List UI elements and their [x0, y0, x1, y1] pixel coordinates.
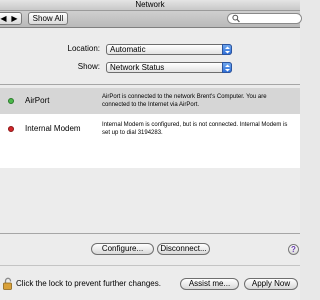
show-all-button[interactable]: Show All: [28, 12, 68, 25]
divider: [0, 84, 300, 85]
lock-icon[interactable]: [3, 277, 13, 290]
location-value: Automatic: [110, 45, 146, 54]
location-popup[interactable]: Automatic: [106, 44, 232, 55]
help-button[interactable]: ?: [288, 244, 299, 255]
divider: [0, 265, 300, 266]
list-bottom-divider: [0, 233, 300, 234]
configure-button[interactable]: Configure...: [91, 243, 154, 255]
service-description: AirPort is connected to the network Bren…: [102, 94, 267, 108]
popup-stepper-icon: [222, 62, 232, 73]
status-green-icon: [8, 98, 14, 104]
show-label: Show:: [77, 62, 100, 71]
show-value: Network Status: [110, 63, 165, 72]
service-status-list: AirPort AirPort is connected to the netw…: [0, 88, 300, 168]
service-row-airport[interactable]: AirPort AirPort is connected to the netw…: [0, 88, 300, 114]
back-arrow-icon[interactable]: ◀: [0, 13, 9, 24]
apply-now-button[interactable]: Apply Now: [244, 278, 298, 290]
title-bar: Network: [0, 0, 300, 11]
toolbar: ◀ ▶ Show All: [0, 11, 302, 28]
service-row-internal-modem[interactable]: Internal Modem Internal Modem is configu…: [0, 114, 300, 144]
disconnect-button[interactable]: Disconnect...: [157, 243, 210, 255]
status-red-icon: [8, 126, 14, 132]
service-description: Internal Modem is configured, but is not…: [102, 122, 288, 136]
service-name: Internal Modem: [25, 124, 81, 133]
search-icon: [232, 14, 240, 23]
popup-stepper-icon: [222, 44, 232, 55]
window-title: Network: [135, 0, 165, 9]
nav-arrows: ◀ ▶: [0, 12, 22, 25]
forward-arrow-icon[interactable]: ▶: [9, 13, 20, 24]
location-label: Location:: [67, 44, 100, 53]
search-input[interactable]: [227, 13, 302, 24]
show-popup[interactable]: Network Status: [106, 62, 232, 73]
lock-message: Click the lock to prevent further change…: [16, 279, 161, 288]
assist-me-button[interactable]: Assist me...: [180, 278, 239, 290]
network-pane: Location: Automatic Show: Network Status…: [0, 28, 300, 300]
service-name: AirPort: [25, 96, 50, 105]
